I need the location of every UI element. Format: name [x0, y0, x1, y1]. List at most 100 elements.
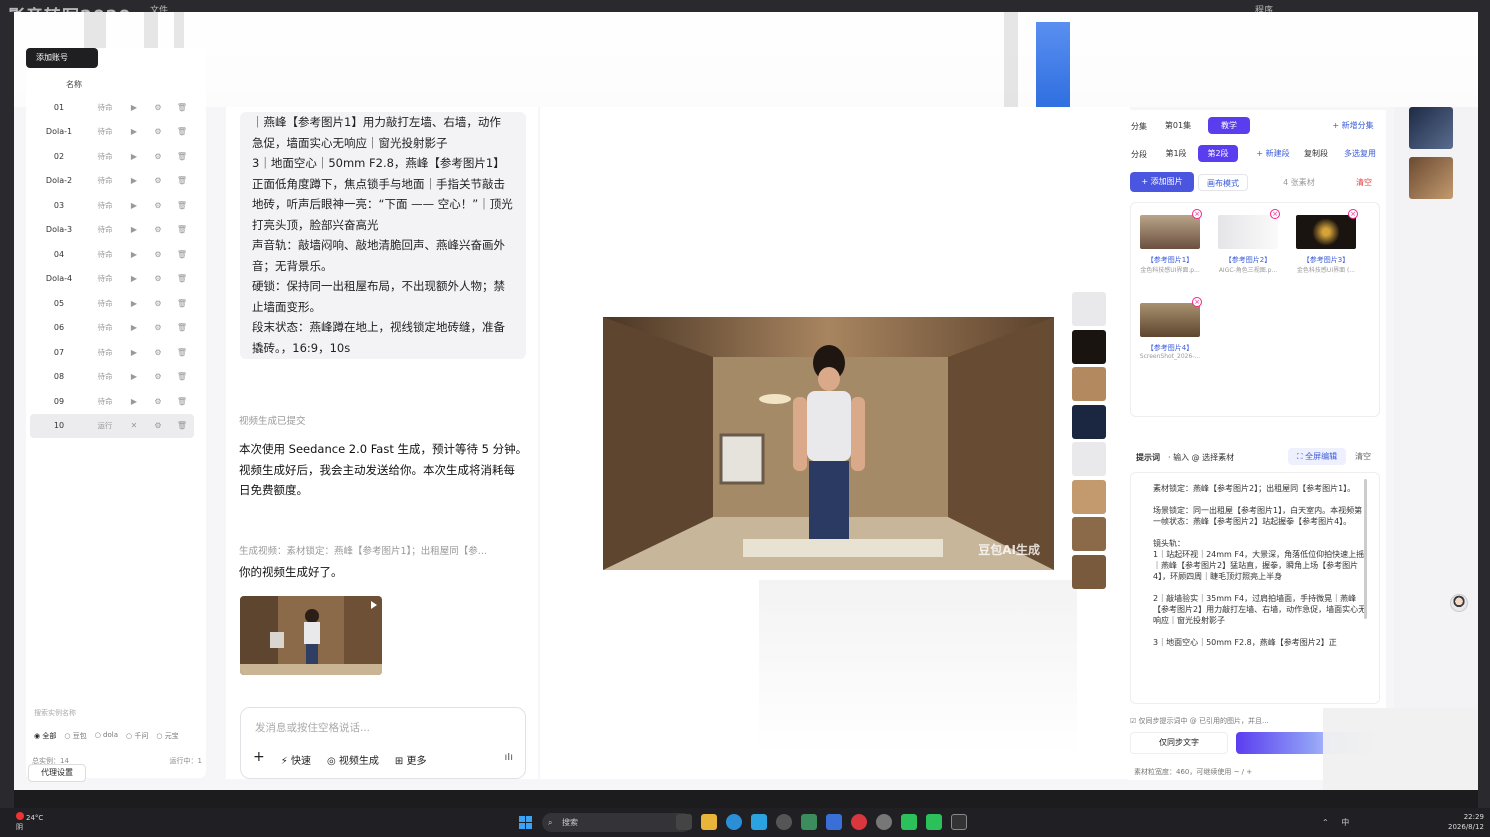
play-icon[interactable]: ▶ [122, 201, 146, 210]
play-icon[interactable]: ▶ [122, 348, 146, 357]
play-icon[interactable]: ▶ [122, 299, 146, 308]
red-app-icon[interactable] [851, 814, 867, 830]
remove-icon[interactable]: × [1270, 209, 1280, 219]
instance-row[interactable]: 01 待命 ▶ ⚙ 🗑 [30, 95, 194, 120]
settings-icon[interactable]: ⚙ [146, 299, 170, 308]
multi-select-button[interactable]: 多选复用 [1338, 145, 1382, 162]
message-input[interactable]: 发消息或按住空格说话... + ⚡ 快速 ◎ 视频生成 ⊞ 更多 ıIı [240, 707, 526, 779]
edge-browser-icon[interactable] [726, 814, 742, 830]
delete-icon[interactable]: 🗑 [170, 176, 194, 185]
remove-icon[interactable]: × [1348, 209, 1358, 219]
chat-app-icon[interactable] [926, 814, 942, 830]
play-icon[interactable]: ▶ [122, 323, 146, 332]
filter-radio[interactable]: ○ 千问 [126, 731, 148, 741]
delete-icon[interactable]: 🗑 [170, 274, 194, 283]
instance-row[interactable]: 07 待命 ▶ ⚙ 🗑 [30, 340, 194, 365]
chatgpt-icon[interactable] [776, 814, 792, 830]
proxy-settings-button[interactable]: 代理设置 [28, 764, 86, 782]
play-icon[interactable]: ▶ [122, 372, 146, 381]
settings-icon[interactable]: ⚙ [146, 348, 170, 357]
delete-icon[interactable]: 🗑 [170, 225, 194, 234]
filter-radio[interactable]: ○ 豆包 [64, 731, 86, 741]
terminal-app-icon[interactable] [951, 814, 967, 830]
play-icon[interactable]: ▶ [122, 176, 146, 185]
delete-icon[interactable]: 🗑 [170, 201, 194, 210]
side-thumbnail[interactable] [1409, 107, 1453, 149]
settings-icon[interactable]: ⚙ [146, 372, 170, 381]
material-card[interactable]: × 【参考图片4】 ScreenShot_2026-... [1135, 297, 1205, 360]
voice-icon[interactable]: ıIı [504, 752, 513, 763]
segment-tab-2[interactable]: 第2段 [1198, 145, 1238, 162]
play-icon[interactable]: ▶ [122, 397, 146, 406]
prompt-clear-button[interactable]: 清空 [1350, 448, 1376, 465]
filter-radio[interactable]: ○ dola [95, 731, 118, 741]
instance-row[interactable]: 04 待命 ▶ ⚙ 🗑 [30, 242, 194, 267]
taskbar-clock[interactable]: 22:29 2026/8/12 [1448, 812, 1484, 832]
segment-tab-1[interactable]: 第1段 [1158, 145, 1194, 162]
instance-row[interactable]: 02 待命 ▶ ⚙ 🗑 [30, 144, 194, 169]
video-preview[interactable]: 豆包AI生成 [603, 317, 1054, 570]
settings-icon[interactable]: ⚙ [146, 152, 170, 161]
more-button[interactable]: ⊞ 更多 [395, 752, 427, 767]
new-episode-button[interactable]: + 新增分集 [1324, 117, 1382, 134]
canvas-mode-button[interactable]: 画布模式 [1198, 174, 1248, 191]
copy-segment-button[interactable]: 复制段 [1298, 145, 1334, 162]
filter-radio[interactable]: ○ 元宝 [156, 731, 178, 741]
start-icon[interactable] [519, 816, 532, 829]
wechat-icon[interactable] [901, 814, 917, 830]
prompt-editor[interactable]: 素材锁定：燕峰【参考图片2】；出租屋同【参考图片1】。 场景锁定：同一出租屋【参… [1130, 472, 1380, 704]
settings-icon[interactable]: ⚙ [146, 201, 170, 210]
new-segment-button[interactable]: + 新建段 [1250, 145, 1296, 162]
settings-icon[interactable]: ⚙ [146, 127, 170, 136]
delete-icon[interactable]: 🗑 [170, 299, 194, 308]
delete-icon[interactable]: 🗑 [170, 250, 194, 259]
settings-icon[interactable]: ⚙ [146, 397, 170, 406]
play-icon[interactable]: ▶ [122, 152, 146, 161]
instance-row[interactable]: Dola-3 待命 ▶ ⚙ 🗑 [30, 218, 194, 243]
file-explorer-icon[interactable] [701, 814, 717, 830]
settings-icon[interactable]: ⚙ [146, 225, 170, 234]
taskbar-search[interactable]: ⌕ 搜索 [542, 813, 692, 832]
settings-icon[interactable]: ⚙ [146, 103, 170, 112]
frame-thumbnail[interactable] [1072, 479, 1106, 514]
settings-icon[interactable]: ⚙ [146, 274, 170, 283]
task-view-icon[interactable] [676, 814, 692, 830]
frame-thumbnail[interactable] [1072, 292, 1106, 326]
settings-icon[interactable]: ⚙ [146, 176, 170, 185]
frame-thumbnail[interactable] [1072, 517, 1106, 551]
delete-icon[interactable]: 🗑 [170, 372, 194, 381]
instance-row[interactable]: 03 待命 ▶ ⚙ 🗑 [30, 193, 194, 218]
instance-row[interactable]: 09 待命 ▶ ⚙ 🗑 [30, 389, 194, 414]
settings-icon[interactable]: ⚙ [146, 323, 170, 332]
sync-referenced-checkbox[interactable]: ☑ 仅同步提示词中 @ 已引用的图片，并且... [1130, 716, 1269, 726]
filter-radio[interactable]: ◉ 全部 [34, 731, 56, 741]
instance-row[interactable]: 05 待命 ▶ ⚙ 🗑 [30, 291, 194, 316]
stop-icon[interactable]: ✕ [122, 421, 146, 430]
material-card[interactable]: × 【参考图片2】 AIGC-角色三视图.p... [1213, 209, 1283, 274]
settings-icon[interactable]: ⚙ [146, 250, 170, 259]
sync-text-button[interactable]: 仅同步文字 [1130, 732, 1228, 754]
frame-thumbnail[interactable] [1072, 442, 1106, 476]
instance-row[interactable]: Dola-1 待命 ▶ ⚙ 🗑 [30, 120, 194, 145]
add-account-button[interactable]: 添加账号 [26, 48, 98, 68]
delete-icon[interactable]: 🗑 [170, 103, 194, 112]
delete-icon[interactable]: 🗑 [170, 348, 194, 357]
instance-row[interactable]: 08 待命 ▶ ⚙ 🗑 [30, 365, 194, 390]
material-card[interactable]: × 【参考图片1】 金色科技感UI界面.p... [1135, 209, 1205, 274]
frame-thumbnail[interactable] [1072, 404, 1106, 439]
assistant-avatar-icon[interactable] [1450, 594, 1468, 612]
fullscreen-edit-button[interactable]: ⛶ 全屏编辑 [1288, 448, 1346, 465]
frame-thumbnail[interactable] [1072, 554, 1106, 589]
frame-thumbnail[interactable] [1072, 367, 1106, 401]
quick-mode-button[interactable]: ⚡ 快速 [281, 752, 311, 767]
play-icon[interactable]: ▶ [122, 127, 146, 136]
play-icon[interactable]: ▶ [122, 225, 146, 234]
material-card[interactable]: × 【参考图片3】 金色科技感UI界面 (... [1291, 209, 1361, 274]
episode-tab-teaching[interactable]: 教学 [1208, 117, 1250, 134]
play-icon[interactable]: ▶ [122, 274, 146, 283]
instance-row[interactable]: Dola-2 待命 ▶ ⚙ 🗑 [30, 169, 194, 194]
add-image-button[interactable]: + 添加图片 [1130, 172, 1194, 192]
remove-icon[interactable]: × [1192, 297, 1202, 307]
video-thumbnail[interactable] [240, 596, 382, 675]
delete-icon[interactable]: 🗑 [170, 152, 194, 161]
